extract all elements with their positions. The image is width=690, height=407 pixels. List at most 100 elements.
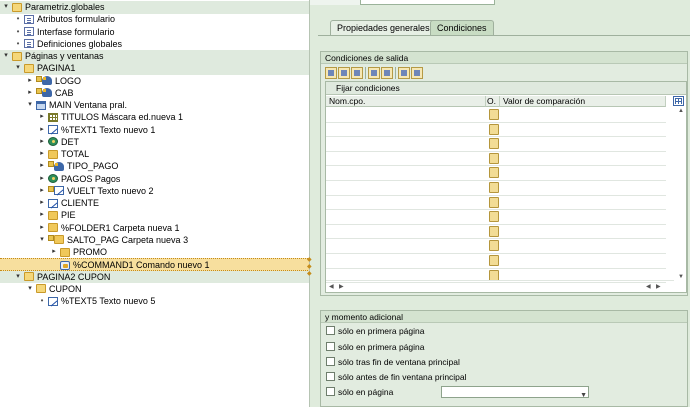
horizontal-scrollbar[interactable]: ◀ ▶ ◀ ▶ [326, 280, 674, 292]
tree-node[interactable]: ▸ PROMO [0, 246, 309, 259]
checkbox[interactable] [326, 357, 335, 366]
tree-node[interactable]: • Atributos formulario [0, 13, 309, 26]
splitter-handle[interactable]: ◆ ◆ ◆ [307, 257, 313, 278]
operator-cell[interactable] [489, 109, 499, 120]
table-row[interactable] [326, 166, 666, 181]
operator-cell[interactable] [489, 182, 499, 193]
tree-node[interactable]: ▾ SALTO_PAG Carpeta nueva 3 [0, 234, 309, 247]
vertical-scrollbar[interactable]: ▲ ▼ [675, 108, 686, 280]
tree-node[interactable]: %COMMAND1 Comando nuevo 1 [0, 258, 309, 271]
checkbox[interactable] [326, 372, 335, 381]
expand-toggle-icon[interactable]: ▸ [38, 111, 46, 124]
table-row[interactable] [326, 108, 666, 123]
expand-toggle-icon[interactable]: ▾ [26, 99, 34, 112]
table-row[interactable] [326, 137, 666, 152]
expand-toggle-icon[interactable]: ▸ [38, 124, 46, 137]
expand-toggle-icon[interactable]: ▸ [38, 136, 46, 149]
option-before-main-window-end[interactable]: sólo antes de fin ventana principal [326, 371, 467, 384]
tree-node[interactable]: ▸ PAGOS Pagos [0, 173, 309, 186]
option-first-page-only-2[interactable]: sólo en primera página [326, 341, 424, 354]
conditions-grid[interactable]: Fijar condiciones Nom.cpo. O. Valor de c… [325, 81, 687, 293]
form-tree[interactable]: ▾ Parametriz.globales • Atributos formulari… [0, 0, 310, 407]
table-row[interactable] [326, 239, 666, 254]
tree-node[interactable]: • %TEXT5 Texto nuevo 5 [0, 295, 309, 308]
option-after-main-window-end[interactable]: sólo tras fin de ventana principal [326, 356, 460, 369]
expand-toggle-icon[interactable]: ▸ [26, 75, 34, 88]
page-select[interactable]: ▼ [441, 386, 589, 399]
tree-node[interactable]: ▸ PIE [0, 209, 309, 222]
operator-cell[interactable] [489, 167, 499, 179]
expand-toggle-icon[interactable]: ▸ [26, 87, 34, 100]
scroll-left-end-icon[interactable]: ◀ [646, 283, 651, 290]
tree-node[interactable]: • Definiciones globales [0, 38, 309, 51]
operator-cell[interactable] [489, 211, 499, 223]
expand-toggle-icon[interactable]: ▸ [38, 148, 46, 161]
tree-node[interactable]: ▸ CAB [0, 87, 309, 100]
expand-toggle-icon[interactable]: ▾ [14, 62, 22, 75]
expand-toggle-icon[interactable]: ▸ [50, 246, 58, 259]
tab-general-properties[interactable]: Propiedades generales [330, 20, 437, 35]
paste-icon[interactable] [351, 67, 363, 79]
scroll-right-icon[interactable]: ▶ [339, 283, 344, 290]
table-row[interactable] [326, 152, 666, 167]
option-on-page[interactable]: sólo en página ▼ [326, 386, 596, 399]
operator-cell[interactable] [489, 240, 499, 252]
chevron-down-icon[interactable]: ▼ [580, 389, 587, 402]
expand-toggle-icon[interactable]: ▸ [38, 185, 46, 198]
list-icon[interactable] [411, 67, 423, 79]
option-first-page-only[interactable]: sólo en primera página [326, 325, 424, 338]
operator-cell[interactable] [489, 255, 499, 266]
checkbox[interactable] [326, 342, 335, 351]
insert-row-icon[interactable] [368, 67, 380, 79]
checkbox[interactable] [326, 326, 335, 335]
tree-node[interactable]: ▸ TOTAL [0, 148, 309, 161]
operator-cell[interactable] [489, 138, 499, 150]
operator-cell[interactable] [489, 196, 499, 208]
scroll-up-icon[interactable]: ▲ [678, 108, 684, 114]
delete-row-icon[interactable] [381, 67, 393, 79]
tree-node[interactable]: ▾ Parametriz.globales [0, 1, 309, 14]
tree-node[interactable]: ▾ MAIN Ventana pral. [0, 99, 309, 112]
expand-toggle-icon[interactable]: ▸ [38, 173, 46, 186]
tree-node[interactable]: ▸ LOGO [0, 75, 309, 88]
copy-icon[interactable] [338, 67, 350, 79]
expand-toggle-icon[interactable]: ▾ [38, 234, 46, 247]
tree-node[interactable]: ▸ %TEXT1 Texto nuevo 1 [0, 124, 309, 137]
cut-icon[interactable] [325, 67, 337, 79]
table-row[interactable] [326, 210, 666, 225]
table-row[interactable] [326, 196, 666, 211]
expand-toggle-icon[interactable]: ▸ [38, 222, 46, 235]
table-row[interactable] [326, 254, 666, 269]
tree-node[interactable]: ▸ CLIENTE [0, 197, 309, 210]
checkbox[interactable] [326, 387, 335, 396]
scroll-left-icon[interactable]: ◀ [329, 283, 334, 290]
column-header-operator[interactable]: O. [486, 96, 500, 107]
table-row[interactable] [326, 225, 666, 240]
operator-cell[interactable] [489, 152, 499, 164]
tree-node[interactable]: ▸ DET [0, 136, 309, 149]
tree-node[interactable]: ▸ %FOLDER1 Carpeta nueva 1 [0, 222, 309, 235]
tree-node[interactable]: ▾ PAGINA2 CUPON [0, 270, 309, 284]
scroll-right-end-icon[interactable]: ▶ [656, 283, 661, 290]
check-icon[interactable] [398, 67, 410, 79]
tree-node[interactable]: ▾ Páginas y ventanas [0, 50, 309, 63]
node-name-input[interactable] [360, 0, 495, 5]
tree-node[interactable]: ▸ TITULOS Máscara ed.nueva 1 [0, 111, 309, 124]
operator-cell[interactable] [489, 225, 499, 237]
expand-toggle-icon[interactable]: ▸ [38, 160, 46, 173]
operator-cell[interactable] [489, 123, 499, 135]
operator-cell[interactable] [489, 269, 499, 281]
expand-toggle-icon[interactable]: ▸ [38, 197, 46, 210]
table-row[interactable] [326, 181, 666, 196]
expand-toggle-icon[interactable]: ▾ [14, 271, 22, 284]
expand-toggle-icon[interactable]: ▾ [2, 50, 10, 63]
column-header-comparison-value[interactable]: Valor de comparación [500, 96, 666, 107]
expand-toggle-icon[interactable]: ▾ [26, 283, 34, 296]
grid-layout-icon[interactable] [673, 96, 684, 106]
expand-toggle-icon[interactable]: ▸ [38, 209, 46, 222]
tree-node[interactable]: ▾ CUPON [0, 283, 309, 296]
tree-node[interactable]: ▾ PAGINA1 [0, 62, 309, 75]
column-header-field-name[interactable]: Nom.cpo. [326, 96, 486, 107]
tree-node[interactable]: ▸ TIPO_PAGO [0, 160, 309, 173]
expand-toggle-icon[interactable]: ▾ [2, 1, 10, 14]
